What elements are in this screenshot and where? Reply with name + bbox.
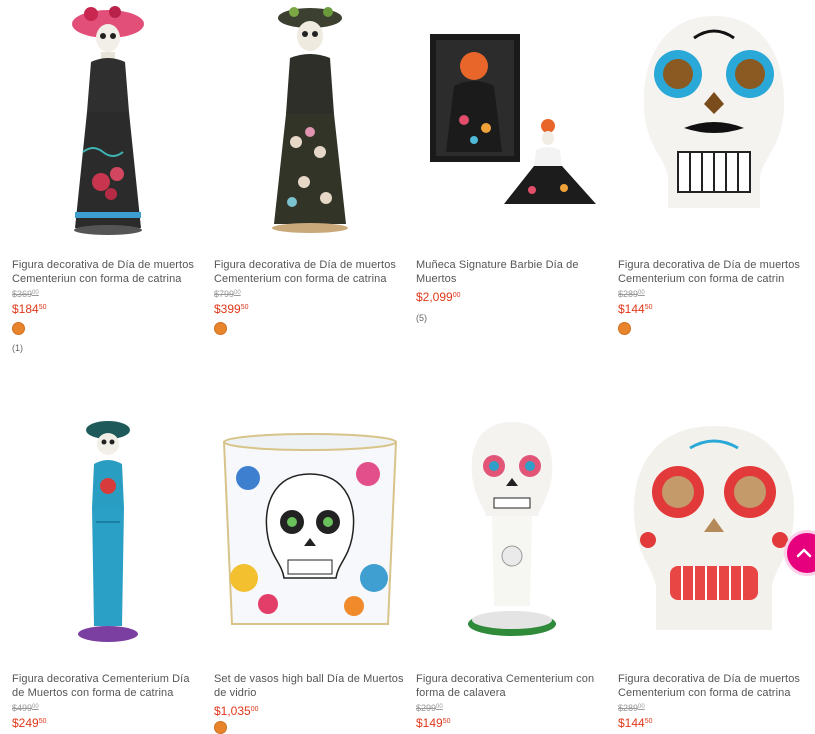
color-swatch[interactable] [618, 322, 631, 335]
product-image[interactable] [12, 0, 204, 240]
product-title[interactable]: Muñeca Signature Barbie Día de Muertos [416, 258, 608, 286]
review-count: (1) [12, 343, 23, 353]
product-title[interactable]: Figura decorativa Cementerium con forma … [416, 672, 608, 700]
product-title[interactable]: Figura decorativa de Día de muertos Ceme… [618, 258, 810, 286]
product-title[interactable]: Figura decorativa de Día de muertos Ceme… [214, 258, 406, 286]
sale-price: $14450 [618, 716, 653, 730]
product-image[interactable] [416, 0, 608, 240]
original-price: $28900 [618, 703, 645, 713]
chevron-up-icon [796, 548, 812, 558]
original-price: $36900 [12, 289, 39, 299]
product-grid: Figura decorativa de Día de muertos Ceme… [0, 0, 815, 734]
sale-price: $18450 [12, 302, 47, 316]
color-swatch[interactable] [214, 322, 227, 335]
sale-price: $2,09900 [416, 290, 461, 304]
product-image[interactable] [618, 410, 810, 650]
product-image[interactable] [416, 410, 608, 650]
original-price: $49900 [12, 703, 39, 713]
color-swatch[interactable] [12, 322, 25, 335]
color-swatch[interactable] [214, 721, 227, 734]
original-price: $79900 [214, 289, 241, 299]
product-title[interactable]: Figura decorativa de Día de muertos Ceme… [12, 258, 204, 286]
sale-price: $14950 [416, 716, 451, 730]
original-price: $29900 [416, 703, 443, 713]
product-title[interactable]: Set de vasos high ball Día de Muertos de… [214, 672, 406, 700]
product-image[interactable] [618, 0, 810, 240]
original-price: $28900 [618, 289, 645, 299]
product-image[interactable] [214, 410, 406, 650]
review-count: (5) [416, 313, 427, 323]
sale-price: $24950 [12, 716, 47, 730]
sale-price: $39950 [214, 302, 249, 316]
product-image[interactable] [214, 0, 406, 240]
product-title[interactable]: Figura decorativa Cementerium Día de Mue… [12, 672, 204, 700]
sale-price: $14450 [618, 302, 653, 316]
product-image[interactable] [12, 410, 204, 650]
sale-price: $1,03500 [214, 704, 259, 718]
product-title[interactable]: Figura decorativa de Día de muertos Ceme… [618, 672, 810, 700]
